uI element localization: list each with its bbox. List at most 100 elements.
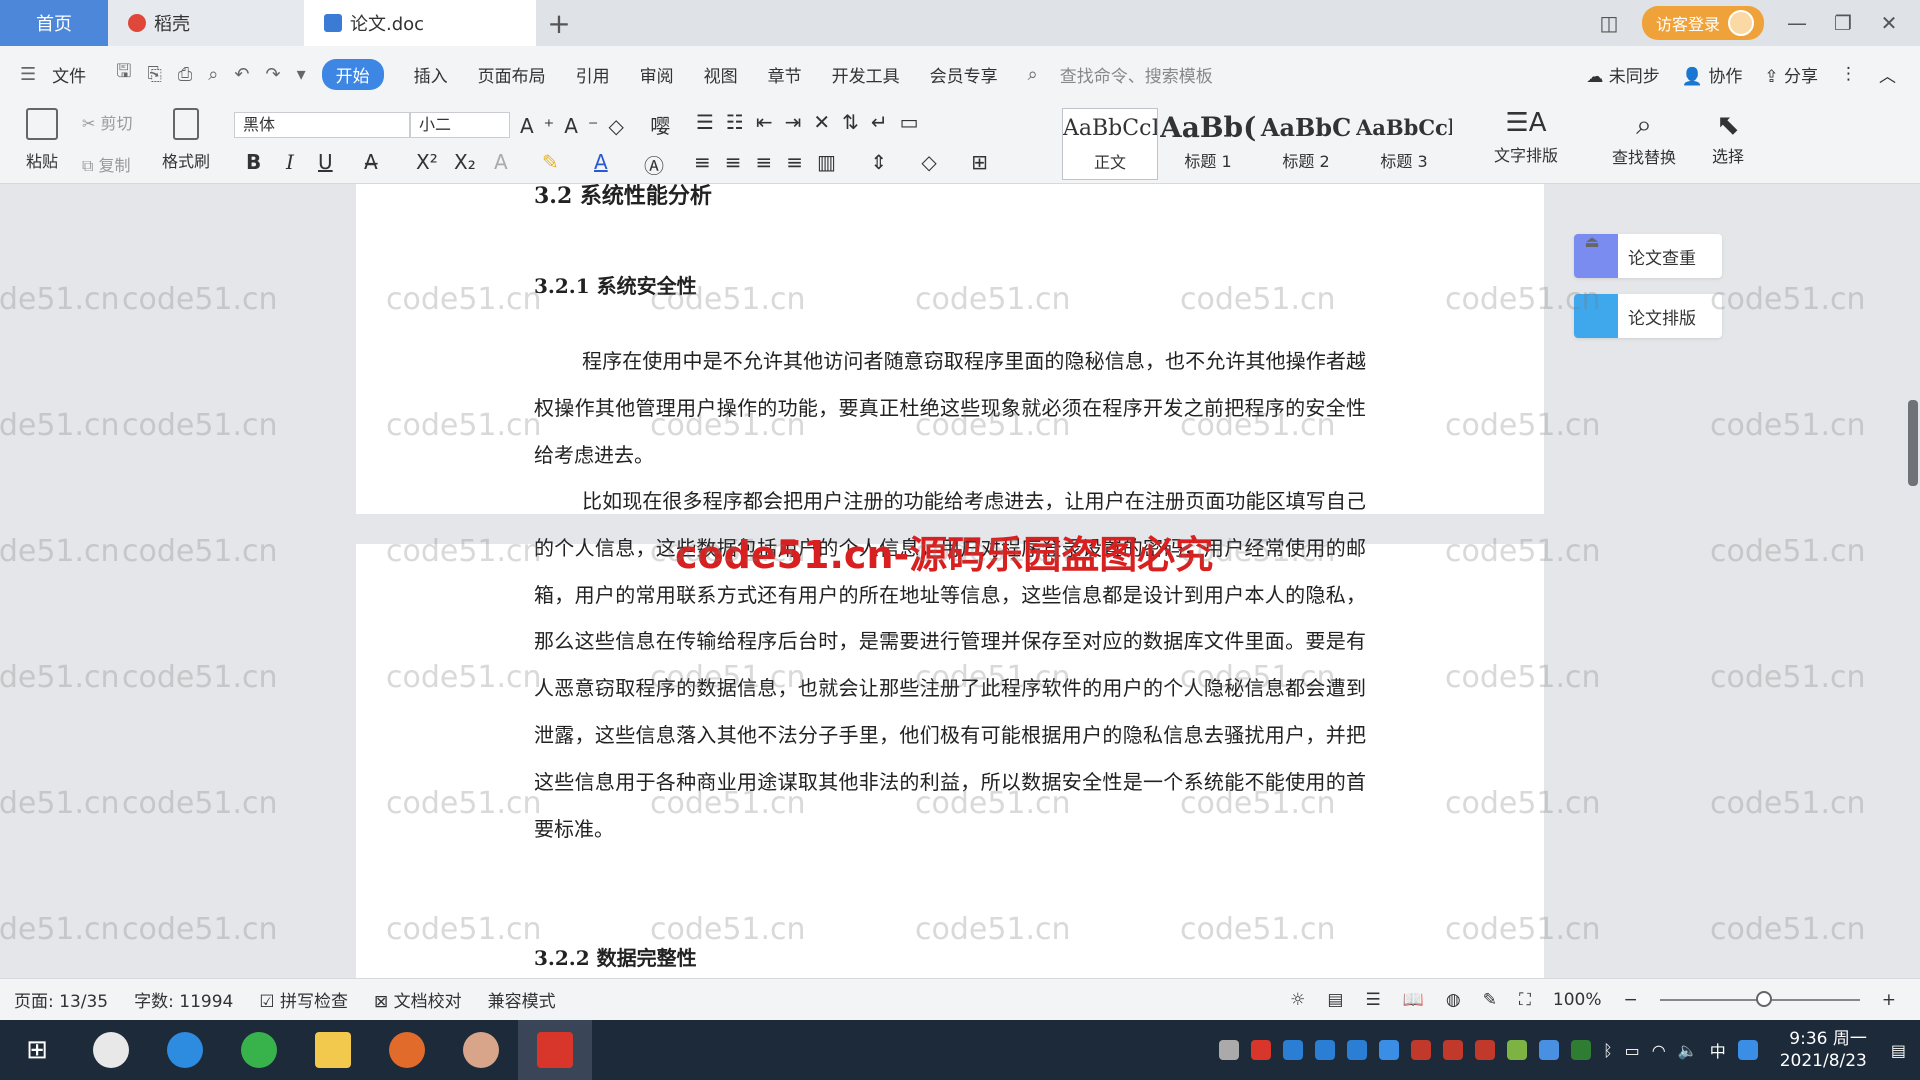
tray-doc-icon[interactable] <box>1283 1040 1304 1060</box>
ime-indicator[interactable]: 中 <box>1710 1038 1726 1062</box>
menu-references[interactable]: 引用 <box>576 62 610 87</box>
align-tools[interactable]: ≡≡≡≡▥ ⇕ ◇ ⊞ <box>694 150 1002 174</box>
redo-icon[interactable]: ↷ <box>265 64 280 85</box>
char-border-icon[interactable]: Ⓐ <box>644 150 664 179</box>
menu-insert[interactable]: 插入 <box>414 62 448 87</box>
web-view-icon[interactable]: ◍ <box>1446 990 1461 1010</box>
tray-red2-icon[interactable] <box>1443 1040 1464 1060</box>
menu-view[interactable]: 视图 <box>704 62 738 87</box>
zoom-slider-knob[interactable] <box>1755 990 1772 1007</box>
more-icon[interactable]: ⋮ <box>1840 64 1857 84</box>
volume-icon[interactable]: 🔈 <box>1678 1041 1698 1060</box>
strikethrough-icon[interactable]: A̶ <box>364 150 378 174</box>
paragraph-tools[interactable]: ☰☷⇤⇥✕⇅↵▭ <box>696 110 931 134</box>
tray-wps-icon[interactable] <box>1251 1040 1272 1060</box>
style-body[interactable]: AaBbCcI 正文 <box>1062 108 1158 180</box>
bluetooth-icon[interactable]: ᛒ <box>1603 1041 1613 1060</box>
eject-icon[interactable]: ⏏ <box>1578 232 1606 260</box>
font-size-select[interactable]: 小二 <box>410 112 510 138</box>
taskbar-app-wps[interactable] <box>518 1020 592 1080</box>
minimize-icon[interactable]: — <box>1784 11 1810 35</box>
zoom-slider[interactable] <box>1659 990 1860 1007</box>
eye-protect-icon[interactable]: ☼ <box>1290 990 1305 1010</box>
share-button[interactable]: ⇪ 分享 <box>1764 62 1818 87</box>
menu-start[interactable]: 开始 <box>321 58 384 90</box>
tray-blue-icon[interactable] <box>1539 1040 1560 1060</box>
tab-document[interactable]: 论文.doc <box>304 0 536 46</box>
zoom-level[interactable]: 100% <box>1553 990 1602 1010</box>
italic-icon[interactable]: I <box>286 150 294 174</box>
style-heading-1[interactable]: AaBb( 标题 1 <box>1160 108 1256 180</box>
tab-home[interactable]: 首页 <box>0 0 108 46</box>
word-count[interactable]: 字数: 11994 <box>134 987 233 1012</box>
zoom-in-icon[interactable]: + <box>1882 990 1896 1010</box>
save-icon[interactable]: 🖫 <box>116 59 131 89</box>
tray-doc3-icon[interactable] <box>1347 1040 1368 1060</box>
restore-icon[interactable]: ❐ <box>1830 11 1856 35</box>
tray-doc2-icon[interactable] <box>1315 1040 1336 1060</box>
bold-icon[interactable]: B <box>246 150 261 174</box>
hamburger-icon[interactable]: ☰ <box>20 64 36 85</box>
zoom-out-icon[interactable]: − <box>1624 990 1638 1010</box>
scrollbar-thumb[interactable] <box>1908 400 1918 486</box>
taskbar-app-explorer[interactable] <box>296 1020 370 1080</box>
menu-file[interactable]: 文件 <box>52 62 86 87</box>
font-color-icon[interactable]: A <box>594 150 608 174</box>
menu-chapter[interactable]: 章节 <box>768 62 802 87</box>
paper-layout-button[interactable]: 论文排版 <box>1574 294 1722 338</box>
vertical-scrollbar[interactable] <box>1906 184 1920 978</box>
export-icon[interactable]: ⎘ <box>147 64 161 85</box>
start-button[interactable]: ⊞ <box>0 1020 74 1080</box>
font-name-select[interactable]: 黑体 <box>234 112 410 138</box>
print-preview-icon[interactable]: ⌕ <box>208 64 218 85</box>
taskbar-app-browser[interactable] <box>222 1020 296 1080</box>
login-button[interactable]: 访客登录 <box>1641 6 1764 40</box>
highlight-icon[interactable]: ✎ <box>542 150 559 174</box>
command-search[interactable]: 查找命令、搜索模板 <box>1060 62 1213 87</box>
menu-developer[interactable]: 开发工具 <box>832 62 900 87</box>
style-heading-3[interactable]: AaBbCcl 标题 3 <box>1356 108 1452 180</box>
page-view-icon[interactable]: ▤ <box>1327 990 1343 1010</box>
paste-button[interactable]: 粘贴 <box>20 108 64 172</box>
tray-red3-icon[interactable] <box>1475 1040 1496 1060</box>
tray-green-icon[interactable] <box>1507 1040 1528 1060</box>
fit-icon[interactable]: ⛶ <box>1519 990 1531 1010</box>
clock[interactable]: 9:36 周一 2021/8/23 <box>1780 1028 1867 1072</box>
new-tab-button[interactable]: + <box>536 0 582 46</box>
tray-green2-icon[interactable] <box>1571 1040 1592 1060</box>
tray-app-icon[interactable] <box>1219 1040 1240 1060</box>
taskbar-app-pinwheel[interactable] <box>74 1020 148 1080</box>
underline-icon[interactable]: U <box>318 150 333 174</box>
subscript-icon[interactable]: X₂ <box>454 150 476 174</box>
tray-red-icon[interactable] <box>1411 1040 1432 1060</box>
outline-view-icon[interactable]: ☰ <box>1365 990 1380 1010</box>
print-icon[interactable]: ⎙ <box>178 64 192 85</box>
shield-icon[interactable] <box>1379 1040 1400 1060</box>
find-replace-button[interactable]: ⌕ 查找替换 <box>1612 108 1676 168</box>
style-heading-2[interactable]: AaBbC 标题 2 <box>1258 108 1354 180</box>
read-view-icon[interactable]: 📖 <box>1403 990 1424 1010</box>
battery-icon[interactable]: ▭ <box>1625 1041 1640 1060</box>
notification-icon[interactable]: ▤ <box>1891 1041 1906 1060</box>
text-effect-icon[interactable]: A <box>494 150 508 174</box>
copy-button[interactable]: ⧉ 复制 <box>82 152 131 176</box>
layout-icon[interactable]: ◫ <box>1596 11 1622 35</box>
undo-icon[interactable]: ↶ <box>234 64 249 85</box>
menu-member[interactable]: 会员专享 <box>930 62 998 87</box>
menu-review[interactable]: 审阅 <box>640 62 674 87</box>
proofread-button[interactable]: ⊠ 文档校对 <box>374 987 462 1012</box>
sync-button[interactable]: ☁ 未同步 <box>1586 62 1659 87</box>
collab-button[interactable]: 👤 协作 <box>1682 62 1743 87</box>
taskbar-app-ie[interactable] <box>148 1020 222 1080</box>
superscript-icon[interactable]: X² <box>416 150 438 174</box>
taskbar-app-game[interactable] <box>370 1020 444 1080</box>
document-area[interactable]: 3.2 系统性能分析 3.2.1 系统安全性 程序在使用中是不允许其他访问者随意… <box>0 184 1920 978</box>
format-painter-button[interactable]: 格式刷 <box>162 108 210 172</box>
text-layout-button[interactable]: ☰A 文字排版 <box>1494 108 1558 166</box>
edit-icon[interactable]: ✎ <box>1483 990 1497 1010</box>
customize-icon[interactable]: ▾ <box>297 64 306 85</box>
ime-app-icon[interactable] <box>1737 1040 1758 1060</box>
collapse-ribbon-icon[interactable]: ︿ <box>1879 62 1896 87</box>
close-icon[interactable]: ✕ <box>1876 11 1902 35</box>
wifi-icon[interactable]: ◠ <box>1652 1041 1666 1060</box>
